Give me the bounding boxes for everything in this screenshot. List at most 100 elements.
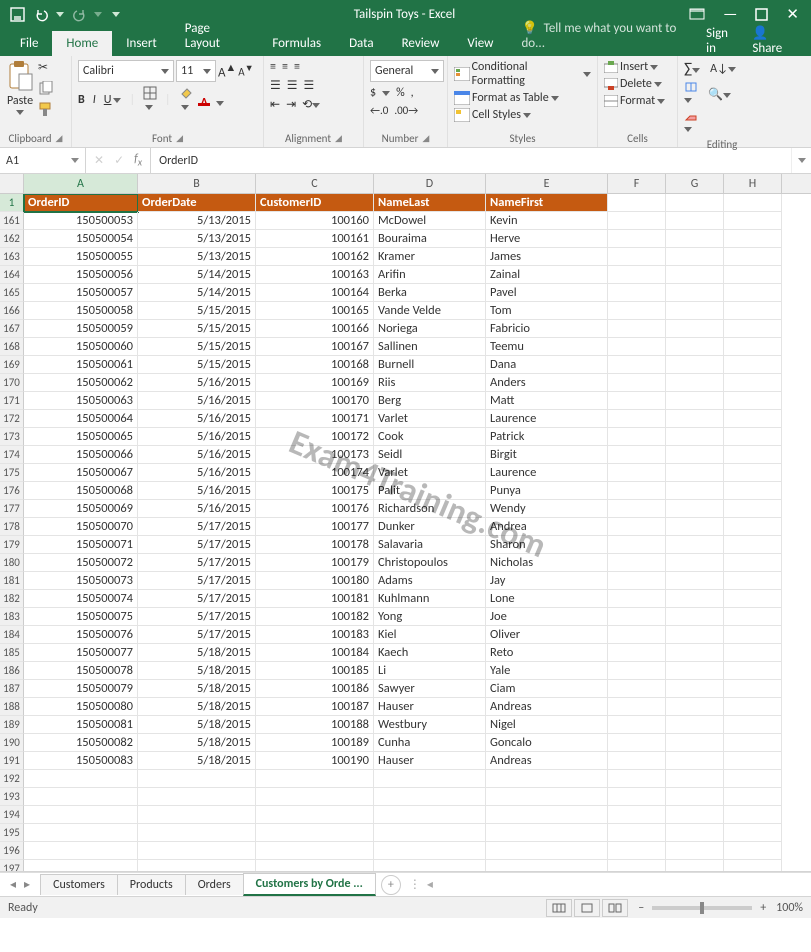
cell[interactable]: 100190 xyxy=(256,752,374,770)
cell[interactable]: 150500053 xyxy=(24,212,138,230)
cell[interactable]: 100175 xyxy=(256,482,374,500)
align-left-icon[interactable]: ☰ xyxy=(270,78,281,93)
maximize-icon[interactable] xyxy=(755,8,768,21)
row-header[interactable]: 163 xyxy=(0,248,24,266)
cell[interactable]: 100167 xyxy=(256,338,374,356)
orientation-icon[interactable]: ⟲ xyxy=(302,97,320,112)
cell[interactable]: Cook xyxy=(374,428,486,446)
zoom-value[interactable]: 100% xyxy=(776,901,803,915)
cell[interactable]: Laurence xyxy=(486,464,608,482)
cell[interactable] xyxy=(666,698,724,716)
row-header[interactable]: 188 xyxy=(0,698,24,716)
row-header[interactable]: 173 xyxy=(0,428,24,446)
cell[interactable]: 150500083 xyxy=(24,752,138,770)
cell[interactable]: Ciam xyxy=(486,680,608,698)
cell[interactable]: 5/17/2015 xyxy=(138,590,256,608)
signin-link[interactable]: Sign in xyxy=(706,26,738,56)
cell[interactable]: 100162 xyxy=(256,248,374,266)
cell[interactable]: 150500058 xyxy=(24,302,138,320)
cell[interactable]: 5/13/2015 xyxy=(138,212,256,230)
cell[interactable] xyxy=(486,860,608,872)
cell[interactable]: 100185 xyxy=(256,662,374,680)
cell[interactable] xyxy=(608,698,666,716)
cell[interactable]: Yale xyxy=(486,662,608,680)
cell[interactable] xyxy=(608,464,666,482)
cell[interactable]: 5/15/2015 xyxy=(138,302,256,320)
cell[interactable] xyxy=(724,770,782,788)
cell[interactable]: 5/18/2015 xyxy=(138,644,256,662)
col-header-A[interactable]: A xyxy=(24,174,138,193)
row-header[interactable]: 187 xyxy=(0,680,24,698)
cell[interactable]: Noriega xyxy=(374,320,486,338)
cell[interactable]: 5/18/2015 xyxy=(138,680,256,698)
cell[interactable] xyxy=(724,716,782,734)
cell[interactable]: Richardson xyxy=(374,500,486,518)
cell[interactable] xyxy=(666,266,724,284)
row-header[interactable]: 182 xyxy=(0,590,24,608)
zoom-out-button[interactable]: – xyxy=(638,901,644,915)
cell[interactable]: 150500078 xyxy=(24,662,138,680)
table-header-cell[interactable]: NameFirst xyxy=(486,194,608,212)
cell[interactable] xyxy=(666,302,724,320)
cell[interactable]: 5/14/2015 xyxy=(138,266,256,284)
col-header-D[interactable]: D xyxy=(374,174,486,193)
cell[interactable] xyxy=(724,482,782,500)
cell[interactable] xyxy=(724,788,782,806)
cell[interactable] xyxy=(724,392,782,410)
cell[interactable] xyxy=(666,608,724,626)
cell[interactable]: 5/16/2015 xyxy=(138,446,256,464)
cell[interactable]: 100163 xyxy=(256,266,374,284)
cell[interactable] xyxy=(724,230,782,248)
row-header[interactable]: 172 xyxy=(0,410,24,428)
cell[interactable] xyxy=(608,320,666,338)
cell[interactable]: 150500061 xyxy=(24,356,138,374)
fx-icon[interactable]: fx xyxy=(134,152,142,168)
cell[interactable] xyxy=(256,806,374,824)
select-all-corner[interactable] xyxy=(0,174,24,193)
cell[interactable] xyxy=(608,212,666,230)
cell[interactable] xyxy=(666,536,724,554)
row-header[interactable]: 174 xyxy=(0,446,24,464)
sheet-tab-customers-by-order[interactable]: Customers by Orde ... xyxy=(243,873,376,896)
cell[interactable]: 150500070 xyxy=(24,518,138,536)
format-painter-icon[interactable] xyxy=(38,102,53,117)
cell[interactable] xyxy=(724,752,782,770)
cell[interactable] xyxy=(666,824,724,842)
close-icon[interactable]: ✕ xyxy=(786,5,799,24)
cell[interactable] xyxy=(608,716,666,734)
view-pagelayout-button[interactable] xyxy=(574,899,600,917)
cell[interactable] xyxy=(608,536,666,554)
align-middle-icon[interactable]: ≡ xyxy=(282,60,288,74)
cell[interactable] xyxy=(724,662,782,680)
cell[interactable]: 100178 xyxy=(256,536,374,554)
cell[interactable] xyxy=(666,806,724,824)
cell[interactable]: Wendy xyxy=(486,500,608,518)
cell[interactable] xyxy=(724,428,782,446)
cell[interactable] xyxy=(608,590,666,608)
row-header[interactable]: 171 xyxy=(0,392,24,410)
cell[interactable]: 150500055 xyxy=(24,248,138,266)
cell[interactable]: 5/16/2015 xyxy=(138,464,256,482)
cell[interactable]: Hauser xyxy=(374,698,486,716)
cell[interactable]: 150500082 xyxy=(24,734,138,752)
cell[interactable]: 5/17/2015 xyxy=(138,536,256,554)
cell[interactable] xyxy=(666,230,724,248)
cell[interactable]: 150500066 xyxy=(24,446,138,464)
cell[interactable]: James xyxy=(486,248,608,266)
cell[interactable] xyxy=(666,716,724,734)
cell[interactable] xyxy=(666,788,724,806)
cell[interactable] xyxy=(666,392,724,410)
paste-icon[interactable] xyxy=(6,60,34,92)
cell[interactable]: 100168 xyxy=(256,356,374,374)
cell[interactable] xyxy=(138,860,256,872)
cell[interactable] xyxy=(666,464,724,482)
zoom-slider[interactable] xyxy=(652,906,752,910)
cell[interactable] xyxy=(486,788,608,806)
row-header[interactable]: 191 xyxy=(0,752,24,770)
cells-insert-button[interactable]: Insert xyxy=(604,60,658,74)
col-header-H[interactable]: H xyxy=(724,174,782,193)
tab-pagelayout[interactable]: Page Layout xyxy=(171,16,259,56)
cell[interactable]: 100189 xyxy=(256,734,374,752)
cell[interactable] xyxy=(608,410,666,428)
cell[interactable]: 100164 xyxy=(256,284,374,302)
